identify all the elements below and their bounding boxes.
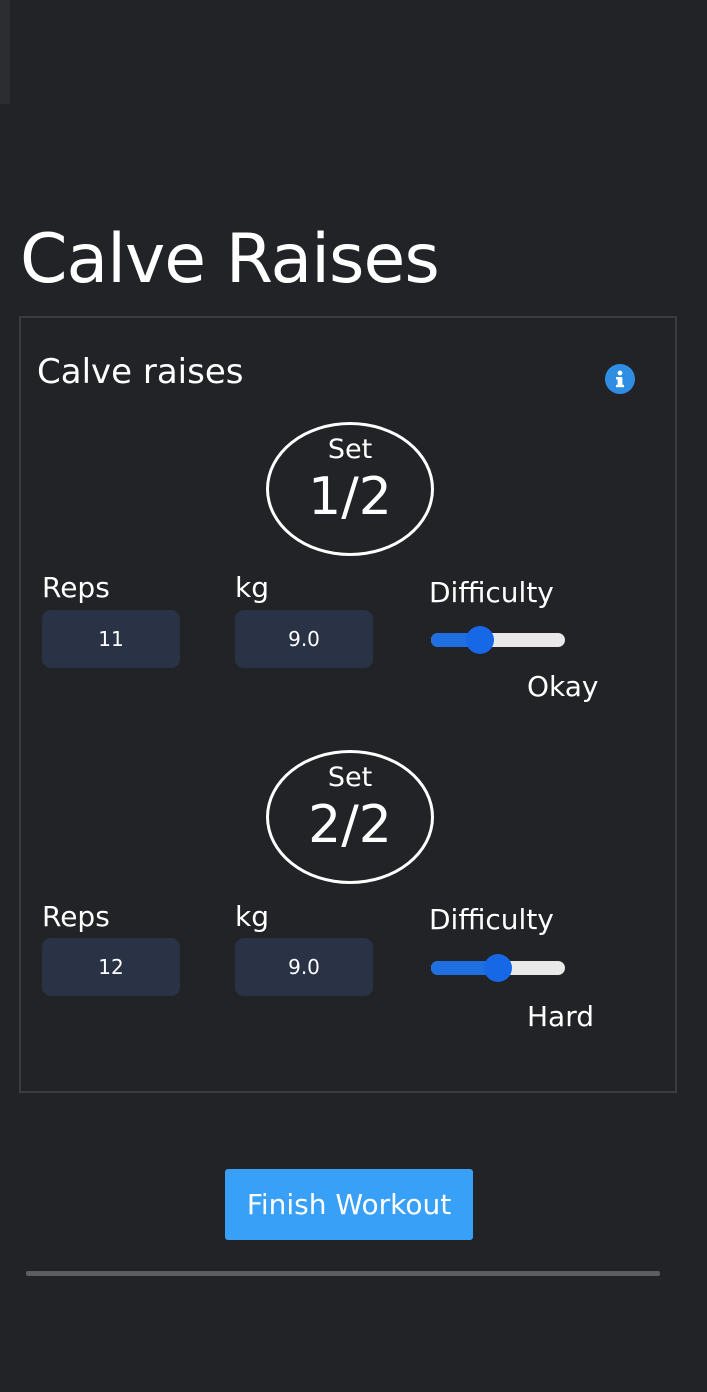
set-number: 2/2 bbox=[308, 795, 392, 855]
weight-label: kg bbox=[235, 571, 269, 604]
info-icon[interactable] bbox=[605, 364, 635, 394]
exercise-card: Calve raises Set 1/2 Reps kg Difficulty … bbox=[19, 316, 677, 1093]
page-title: Calve Raises bbox=[20, 220, 440, 299]
difficulty-slider[interactable] bbox=[431, 626, 567, 654]
reps-input[interactable] bbox=[42, 610, 180, 668]
reps-input[interactable] bbox=[42, 938, 180, 996]
weight-input[interactable] bbox=[235, 938, 373, 996]
set-row: Set 1/2 Reps kg Difficulty Okay bbox=[21, 422, 675, 722]
set-label: Set bbox=[327, 434, 373, 465]
difficulty-label: Difficulty bbox=[429, 903, 554, 936]
reps-label: Reps bbox=[42, 571, 110, 604]
difficulty-slider[interactable] bbox=[431, 954, 567, 982]
slider-thumb[interactable] bbox=[465, 626, 494, 654]
difficulty-label: Difficulty bbox=[429, 576, 554, 609]
weight-input[interactable] bbox=[235, 610, 373, 668]
difficulty-value: Hard bbox=[527, 1000, 595, 1033]
set-counter-badge: Set 2/2 bbox=[266, 750, 434, 884]
weight-label: kg bbox=[235, 900, 269, 933]
reps-label: Reps bbox=[42, 900, 110, 933]
set-number: 1/2 bbox=[308, 467, 392, 527]
set-label: Set bbox=[327, 762, 373, 793]
difficulty-value: Okay bbox=[527, 670, 599, 703]
set-row: Set 2/2 Reps kg Difficulty Hard bbox=[21, 750, 675, 1050]
exercise-name: Calve raises bbox=[37, 352, 244, 392]
top-left-edge-bar bbox=[0, 0, 10, 104]
set-counter-badge: Set 1/2 bbox=[266, 422, 434, 556]
finish-workout-button[interactable]: Finish Workout bbox=[225, 1169, 473, 1240]
slider-thumb[interactable] bbox=[484, 954, 512, 982]
bottom-divider bbox=[26, 1271, 660, 1276]
